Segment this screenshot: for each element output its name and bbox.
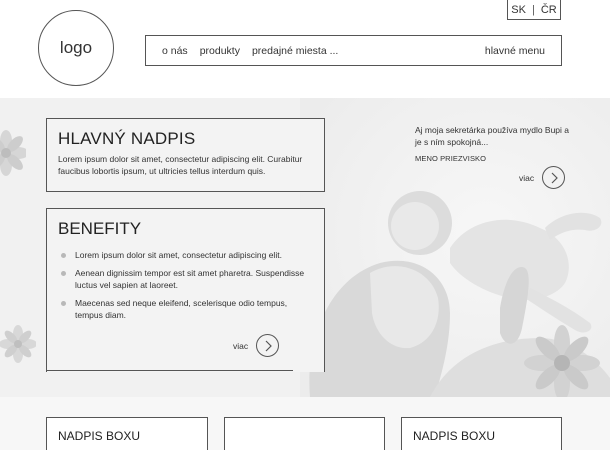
nav-item-produkty[interactable]: produkty (200, 45, 240, 57)
benefits-more-label: viac (233, 340, 249, 351)
testimonial-author: MENO PRIEZVISKO (415, 154, 487, 163)
benefit-item: Lorem ipsum dolor sit amet, consectetur … (58, 249, 313, 261)
testimonial-quote: Aj moja sekretárka používa mydlo Bupi a … (415, 125, 570, 147)
testimonial-more-link[interactable]: viac (519, 166, 566, 189)
main-intro-text: Lorem ipsum dolor sit amet, consectetur … (58, 154, 303, 176)
main-navigation: o nás produkty predajné miesta ... hlavn… (145, 35, 562, 66)
content-box-1[interactable]: NADPIS BOXU (46, 417, 208, 450)
chevron-right-icon[interactable] (256, 334, 280, 357)
benefits-heading: BENEFITY (58, 219, 142, 238)
benefits-box: BENEFITY Lorem ipsum dolor sit amet, con… (46, 208, 325, 372)
nav-item-o-nas[interactable]: o nás (162, 45, 188, 57)
nav-item-predajne-miesta[interactable]: predajné miesta ... (252, 45, 338, 57)
lang-cr-link[interactable]: ČR (541, 4, 557, 16)
lang-sk-link[interactable]: SK (511, 4, 526, 16)
logo[interactable]: logo (38, 10, 114, 86)
main-menu-button[interactable]: hlavné menu (485, 45, 545, 57)
logo-text: logo (59, 38, 93, 57)
content-box-3[interactable]: NADPIS BOXU (401, 417, 562, 450)
box-title: NADPIS BOXU (58, 429, 141, 443)
chevron-right-icon[interactable] (542, 166, 566, 189)
benefit-item: Maecenas sed neque eleifend, scelerisque… (58, 297, 313, 321)
testimonial-more-label: viac (519, 172, 535, 183)
language-switcher: SK | ČR (507, 0, 561, 20)
hero-section: HLAVNÝ NADPIS Lorem ipsum dolor sit amet… (0, 98, 610, 397)
main-heading-box: HLAVNÝ NADPIS Lorem ipsum dolor sit amet… (46, 118, 325, 192)
main-heading: HLAVNÝ NADPIS (58, 129, 196, 148)
benefit-item: Aenean dignissim tempor est sit amet pha… (58, 267, 313, 291)
content-box-2[interactable] (224, 417, 385, 450)
box-title: NADPIS BOXU (413, 429, 496, 443)
benefits-box-bottom-border (46, 370, 293, 371)
benefits-more-link[interactable]: viac (233, 334, 280, 357)
lang-separator: | (531, 3, 535, 16)
benefits-list: Lorem ipsum dolor sit amet, consectetur … (58, 249, 313, 321)
flower-icon (0, 130, 26, 176)
flower-icon (0, 325, 36, 363)
